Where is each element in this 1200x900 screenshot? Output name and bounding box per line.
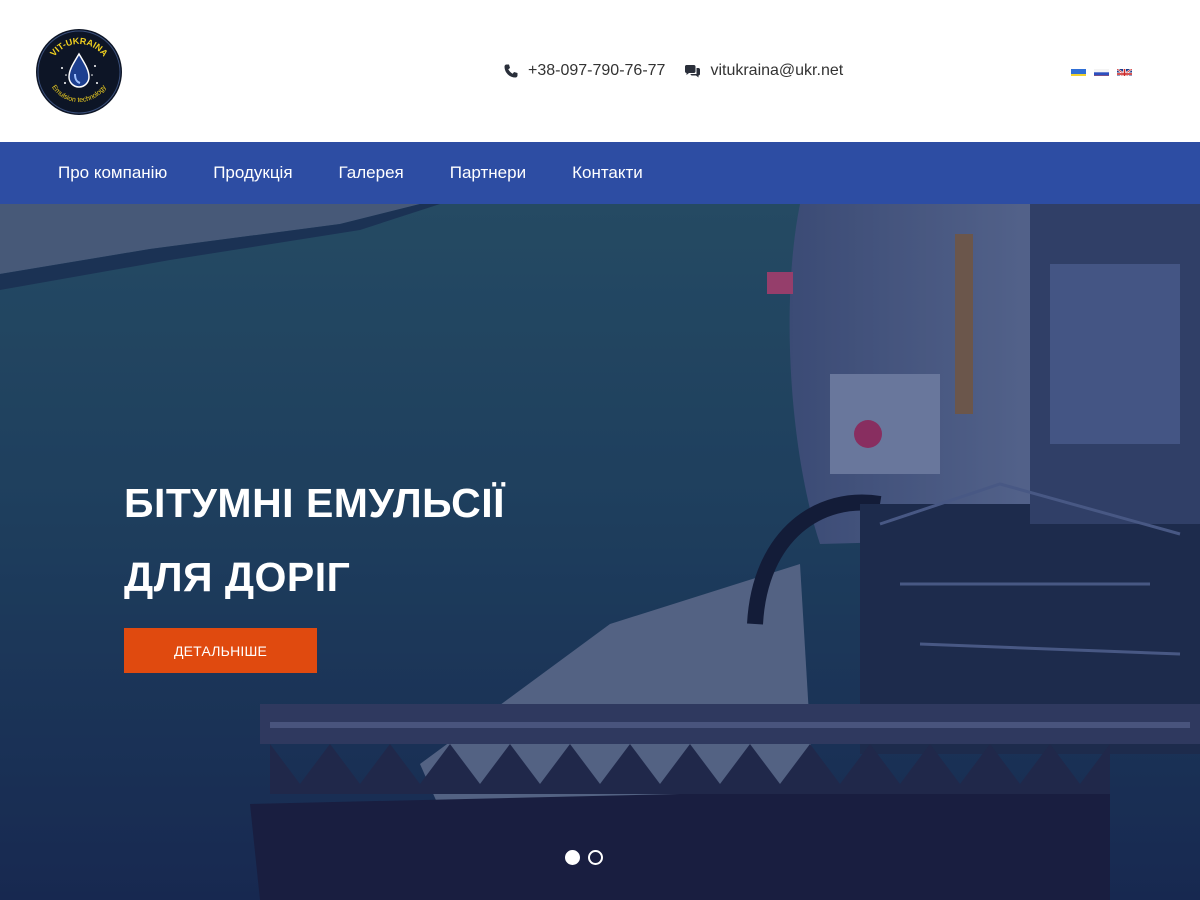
header-contacts: +38-097-790-76-77 vitukraina@ukr.net [503, 60, 843, 82]
slider-dot-2[interactable] [588, 850, 603, 865]
language-switcher [1071, 66, 1132, 76]
chat-icon [685, 64, 701, 77]
hero-slider: БІТУМНІ ЕМУЛЬСІЇ ДЛЯ ДОРІГ ДЕТАЛЬНІШЕ [0, 204, 1200, 900]
email-address[interactable]: vitukraina@ukr.net [710, 62, 843, 80]
phone-contact[interactable]: +38-097-790-76-77 [503, 62, 665, 80]
phone-number[interactable]: +38-097-790-76-77 [528, 62, 665, 80]
company-logo[interactable]: VIT-UKRAINA Emulsion technology [35, 28, 123, 116]
nav-item-products[interactable]: Продукція [213, 163, 292, 183]
email-contact[interactable]: vitukraina@ukr.net [684, 62, 843, 80]
russia-flag-icon[interactable] [1094, 66, 1109, 76]
phone-icon [504, 64, 518, 78]
nav-item-contacts[interactable]: Контакти [572, 163, 643, 183]
nav-item-gallery[interactable]: Галерея [339, 163, 404, 183]
hero-title-line2: ДЛЯ ДОРІГ [124, 554, 351, 600]
hero-title-line1: БІТУМНІ ЕМУЛЬСІЇ [124, 480, 505, 526]
slider-pagination [565, 850, 611, 865]
nav-item-about[interactable]: Про компанію [58, 163, 167, 183]
uk-flag-icon[interactable] [1117, 66, 1132, 76]
hero-title: БІТУМНІ ЕМУЛЬСІЇ ДЛЯ ДОРІГ [124, 466, 505, 614]
details-button[interactable]: ДЕТАЛЬНІШЕ [124, 628, 317, 673]
nav-list: Про компанію Продукція Галерея Партнери … [58, 142, 689, 204]
main-navigation: Про компанію Продукція Галерея Партнери … [0, 142, 1200, 204]
site-header: VIT-UKRAINA Emulsion technology +38-097-… [0, 0, 1200, 142]
slider-dot-1[interactable] [565, 850, 580, 865]
ukraine-flag-icon[interactable] [1071, 66, 1086, 76]
nav-item-partners[interactable]: Партнери [450, 163, 526, 183]
